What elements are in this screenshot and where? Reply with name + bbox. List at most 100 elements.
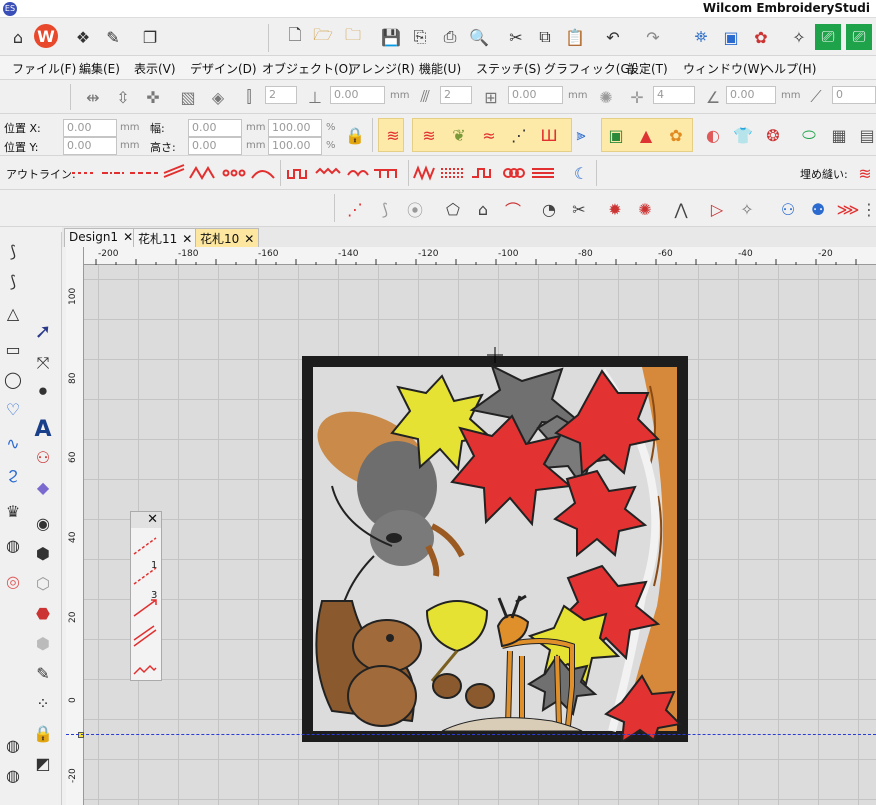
tab-design1[interactable]: Design1 ✕ [64, 228, 139, 247]
wilcom-logo-icon[interactable]: W [34, 24, 58, 48]
picture-icon[interactable]: ▣ [718, 24, 744, 50]
reshape-icon[interactable]: ◔ [536, 196, 562, 222]
curve-tool-icon[interactable]: ⌒ [500, 196, 526, 222]
team-names-icon[interactable]: ⚇ [30, 444, 56, 470]
wave-icon[interactable]: ≈ [476, 122, 502, 148]
circle-stitch-icon[interactable]: ◍ [0, 532, 26, 558]
zigzag-tool-icon[interactable]: ⋀ [668, 196, 694, 222]
menu-function[interactable]: 機能(U) [419, 60, 461, 77]
mirror-h-icon[interactable]: ⇹ [80, 84, 106, 110]
copy-icon[interactable]: ⧉ [532, 24, 558, 50]
leaf-icon[interactable]: ❦ [446, 122, 472, 148]
menu-file[interactable]: ファイル(F) [12, 60, 76, 77]
flower-icon[interactable]: ✿ [663, 122, 689, 148]
edge-styles[interactable] [286, 162, 406, 184]
pos-y-field[interactable]: 0.00 [63, 137, 117, 155]
coil-color-icon[interactable]: ◎ [0, 568, 26, 594]
ring-icon[interactable]: ◉ [30, 510, 56, 536]
circle-tool2-icon[interactable]: ◍ [0, 762, 26, 788]
hexagon-outline-icon[interactable]: ⬡ [30, 570, 56, 596]
tab-hanafuda11[interactable]: 花札11 ✕ [133, 228, 198, 247]
save-icon[interactable]: 💾 [378, 24, 404, 50]
sparkle-icon[interactable]: ✺ [593, 84, 619, 110]
undo-icon[interactable]: ↶ [600, 24, 626, 50]
embroidery-design[interactable] [302, 356, 688, 742]
menu-object[interactable]: オブジェクト(O) [262, 60, 353, 77]
picture-icon2[interactable]: ▣ [603, 122, 629, 148]
skew-icon[interactable]: ▧ [175, 84, 201, 110]
points-icon[interactable]: ⁘ [30, 690, 56, 716]
menu-view[interactable]: 表示(V) [134, 60, 176, 77]
node-select-icon[interactable]: ⚫ [30, 378, 56, 404]
close-icon[interactable]: ✕ [182, 232, 192, 246]
field-5[interactable]: 0 [832, 86, 876, 104]
circle-tool-icon[interactable]: ◍ [0, 732, 26, 758]
hex-gray-icon[interactable]: ⬢ [30, 630, 56, 656]
crescent-icon[interactable]: ☾ [568, 160, 594, 186]
heart-shapes-icon[interactable]: ♡ [0, 396, 26, 422]
green-export2-icon[interactable]: ⎚ [846, 24, 872, 50]
field-2[interactable]: 0.00 [508, 86, 563, 104]
spacing-icon[interactable]: ⊥ [302, 84, 328, 110]
grid-icon[interactable]: ▦ [826, 122, 852, 148]
mirror-both-icon[interactable]: ✜ [140, 84, 166, 110]
line-tools[interactable]: 1 3 [131, 528, 161, 678]
new-file-icon[interactable]: 🗋 [282, 24, 308, 50]
menu-arrange[interactable]: アレンジ(R) [349, 60, 415, 77]
machine-icon[interactable]: ⛯ [688, 24, 714, 50]
menu-edit[interactable]: 編集(E) [79, 60, 120, 77]
appliqué-icon[interactable]: ◐ [700, 122, 726, 148]
cut-icon[interactable]: ✂ [503, 24, 529, 50]
reshape-node-icon[interactable]: ⟆ [0, 238, 26, 264]
shirt-icon[interactable]: 👕 [730, 122, 756, 148]
open-folder-icon[interactable]: 🗁 [310, 24, 336, 50]
table-icon[interactable]: ▤ [854, 122, 876, 148]
green-export-icon[interactable]: ⎚ [815, 24, 841, 50]
slant-icon[interactable]: ⟋ [803, 84, 829, 110]
crown-icon[interactable]: ♛ [0, 498, 26, 524]
print-preview-icon[interactable]: 🔍 [466, 24, 492, 50]
tools-icon[interactable]: ✎ [100, 24, 126, 50]
spin-3[interactable]: 4 [653, 86, 695, 104]
close-icon[interactable]: ✕ [244, 232, 254, 246]
magic-icon[interactable]: ✧ [734, 196, 760, 222]
redo-icon[interactable]: ↷ [640, 24, 666, 50]
align-icon[interactable]: ⫿ [236, 84, 262, 110]
menu-graphic[interactable]: グラフィック(G) [544, 60, 634, 77]
ellipse-icon[interactable]: ◯ [0, 366, 26, 392]
star-target-icon[interactable]: ✺ [632, 196, 658, 222]
close-icon[interactable]: ✕ [123, 230, 133, 244]
windows-icon[interactable]: ❐ [137, 24, 163, 50]
shape-tool-icon[interactable]: ⬠ [440, 196, 466, 222]
outline-styles[interactable] [68, 162, 278, 184]
lock-icon[interactable]: 🔒 [342, 122, 368, 148]
satin-icon[interactable]: ≋ [380, 122, 406, 148]
shapes-icon[interactable]: ▲ [633, 122, 659, 148]
paste-icon[interactable]: 📋 [562, 24, 588, 50]
spin-2[interactable]: 2 [440, 86, 472, 104]
menu-stitch[interactable]: ステッチ(S) [476, 60, 541, 77]
line-tool-icon[interactable]: ⋰ [342, 196, 368, 222]
rectangle-icon[interactable]: ▭ [0, 336, 26, 362]
menu-window[interactable]: ウィンドウ(W) [683, 60, 764, 77]
tab-hanafuda10[interactable]: 花札10 ✕ [195, 228, 260, 247]
coil-tool-icon[interactable]: ⦿ [402, 196, 428, 222]
target-icon[interactable]: ✹ [602, 196, 628, 222]
freehand-icon[interactable]: ∿ [0, 430, 26, 456]
export-icon[interactable]: ⎘ [407, 24, 433, 50]
pick-icon[interactable]: ⤧ [30, 350, 56, 376]
stitch-spacing-icon[interactable]: ⫻ [412, 84, 438, 110]
cross-icon[interactable]: ✛ [624, 84, 650, 110]
pos-x-field[interactable]: 0.00 [63, 119, 117, 137]
triangle-nodes-icon[interactable]: △ [0, 300, 26, 326]
hoop-icon[interactable]: ❖ [70, 24, 96, 50]
menu-settings[interactable]: 設定(T) [627, 60, 668, 77]
embroidery-icon[interactable]: ✧ [786, 24, 812, 50]
fork-icon[interactable]: Ш [536, 122, 562, 148]
height-field[interactable]: 0.00 [188, 137, 242, 155]
balls-icon[interactable]: ❂ [760, 122, 786, 148]
rotate-icon[interactable]: ◈ [205, 84, 231, 110]
fill-style-icon[interactable]: ≋ [852, 160, 876, 186]
motif-styles[interactable] [412, 162, 562, 184]
menu-help[interactable]: ヘルプ(H) [762, 60, 816, 77]
